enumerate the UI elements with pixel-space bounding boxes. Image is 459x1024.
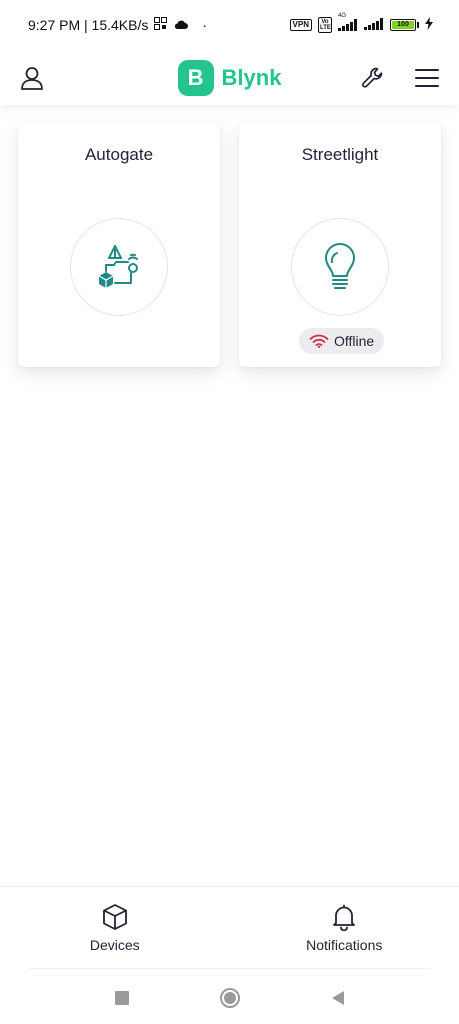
- qr-icon: [154, 17, 168, 33]
- profile-button[interactable]: [16, 62, 48, 94]
- circle-icon: [219, 988, 240, 1008]
- device-grid: Autogate Streetlight Offline: [18, 123, 441, 367]
- nav-devices[interactable]: Devices: [0, 887, 230, 968]
- bottom-navigation: Devices Notifications: [0, 886, 459, 968]
- nav-notifications-label: Notifications: [306, 937, 383, 953]
- device-icon-circle: [291, 218, 389, 316]
- wifi-off-icon: [309, 334, 329, 348]
- device-title: Autogate: [84, 145, 154, 164]
- cube-icon: [102, 904, 127, 930]
- status-left: 9:27 PM | 15.4KB/s ·: [28, 17, 207, 33]
- app-header: B Blynk: [0, 50, 459, 105]
- logo-mark: B: [177, 59, 214, 96]
- developer-tools-button[interactable]: [357, 62, 389, 94]
- hamburger-icon: [415, 68, 439, 87]
- status-bar: 9:27 PM | 15.4KB/s · VPN Vo LTE 4G 100: [0, 0, 459, 50]
- blynk-logo: B Blynk: [177, 59, 282, 96]
- status-text: Offline: [334, 333, 375, 349]
- device-icon-circle: [70, 218, 168, 316]
- dot-icon: ·: [202, 17, 208, 33]
- nav-notifications[interactable]: Notifications: [230, 887, 459, 968]
- wrench-icon: [362, 67, 383, 88]
- lightbulb-icon: [325, 243, 355, 289]
- signal-icon: 4G: [338, 13, 358, 31]
- triangle-back-icon: [331, 991, 344, 1005]
- square-icon: [114, 991, 129, 1005]
- device-card-autogate[interactable]: Autogate: [18, 123, 220, 367]
- status-time-speed: 9:27 PM | 15.4KB/s: [28, 17, 149, 33]
- nav-devices-label: Devices: [89, 937, 140, 953]
- device-title: Streetlight: [301, 145, 379, 164]
- battery-icon: 100: [390, 19, 419, 31]
- network-type: 4G: [338, 13, 347, 19]
- system-navigation-bar: [0, 972, 459, 1024]
- recents-button[interactable]: [110, 986, 134, 1010]
- status-right: VPN Vo LTE 4G 100: [289, 13, 433, 33]
- signal-icon-2: [364, 17, 384, 33]
- volte-badge: Vo LTE: [318, 17, 332, 33]
- offline-status-badge: Offline: [299, 328, 385, 354]
- cloud-icon: [173, 17, 189, 33]
- device-card-streetlight[interactable]: Streetlight Offline: [239, 123, 441, 367]
- home-button[interactable]: [218, 986, 242, 1010]
- vpn-badge: VPN: [289, 19, 312, 31]
- bell-icon: [333, 904, 356, 931]
- menu-button[interactable]: [411, 62, 443, 94]
- charging-icon: [425, 17, 433, 33]
- user-icon: [21, 66, 43, 90]
- automation-icon: [98, 245, 138, 288]
- battery-level: 100: [392, 21, 414, 29]
- logo-text: Blynk: [221, 64, 282, 90]
- back-button[interactable]: [326, 986, 350, 1010]
- nav-divider: [28, 968, 431, 969]
